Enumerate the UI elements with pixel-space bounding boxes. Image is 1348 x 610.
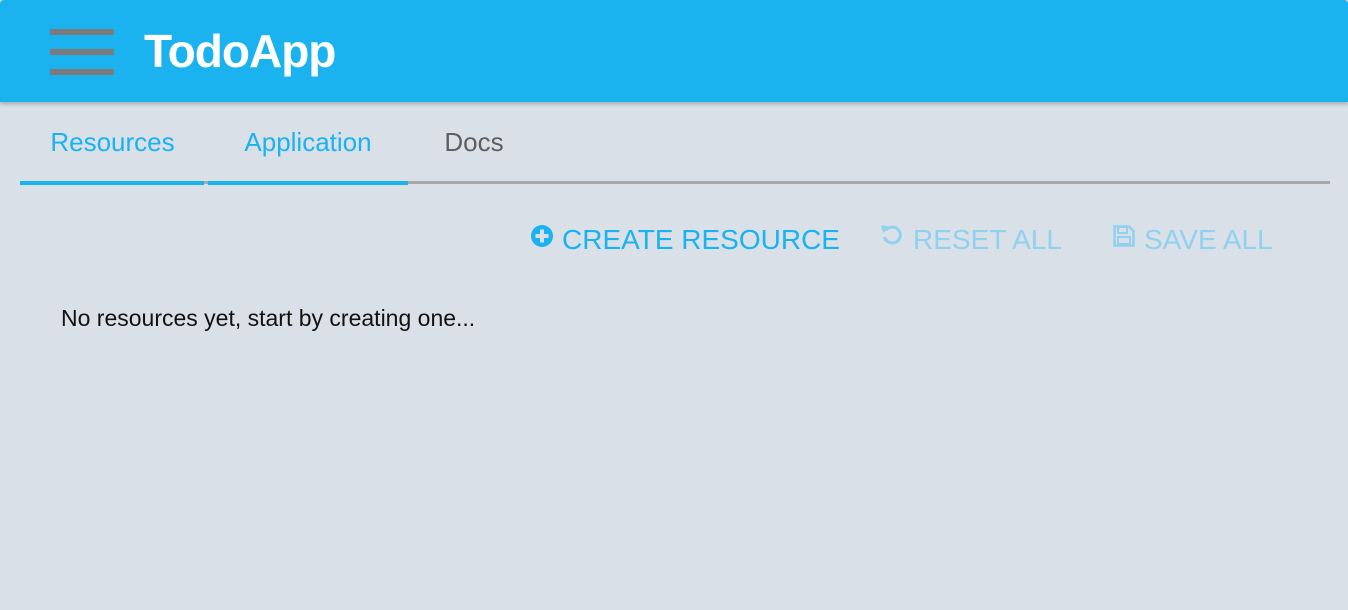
tab-resources[interactable]: Resources (20, 102, 205, 184)
tab-application[interactable]: Application (208, 102, 408, 184)
tab-bar: Resources Application Docs (20, 102, 1330, 185)
tab-application-indicator (208, 181, 408, 185)
create-resource-label: CREATE RESOURCE (562, 224, 840, 255)
reset-all-label: RESET ALL (913, 224, 1062, 255)
app-bar: TodoApp (0, 0, 1348, 102)
menu-line (50, 29, 114, 35)
undo-icon (879, 221, 905, 257)
menu-line (50, 49, 114, 55)
save-all-label: SAVE ALL (1144, 224, 1273, 255)
create-resource-button[interactable]: CREATE RESOURCE (530, 222, 840, 258)
menu-line (50, 69, 114, 75)
app-title: TodoApp (144, 25, 336, 77)
save-all-button[interactable]: SAVE ALL (1112, 222, 1273, 258)
tab-resources-indicator (20, 181, 204, 185)
hamburger-menu-icon[interactable] (50, 29, 114, 75)
reset-all-button[interactable]: RESET ALL (879, 222, 1062, 258)
empty-state-message: No resources yet, start by creating one.… (61, 305, 476, 331)
plus-circle-icon (530, 221, 554, 257)
floppy-disk-icon (1112, 221, 1136, 257)
tab-docs[interactable]: Docs (408, 102, 540, 184)
